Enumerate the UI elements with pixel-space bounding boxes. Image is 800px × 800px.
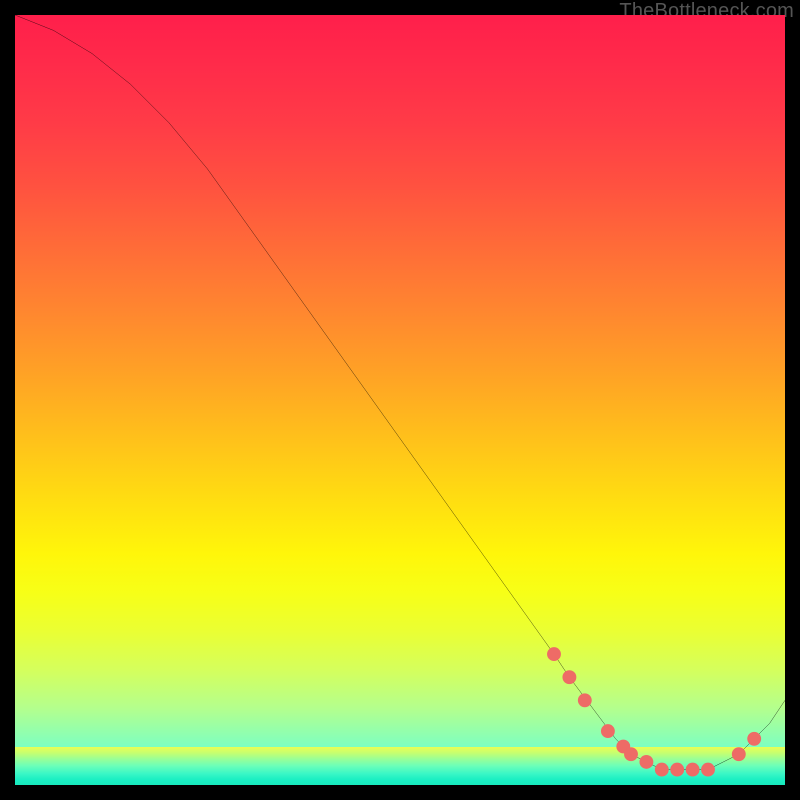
bottleneck-curve-line: [15, 15, 785, 770]
curve-marker: [578, 693, 592, 707]
curve-marker: [732, 747, 746, 761]
curve-marker: [601, 724, 615, 738]
chart-plot-area: [15, 15, 785, 785]
curve-markers: [547, 647, 761, 776]
chart-svg: [15, 15, 785, 785]
curve-marker: [562, 670, 576, 684]
curve-marker: [655, 763, 669, 777]
chart-frame: TheBottleneck.com: [0, 0, 800, 800]
curve-marker: [670, 763, 684, 777]
curve-marker: [686, 763, 700, 777]
curve-marker: [747, 732, 761, 746]
curve-marker: [547, 647, 561, 661]
curve-marker: [701, 763, 715, 777]
curve-marker: [639, 755, 653, 769]
curve-marker: [624, 747, 638, 761]
